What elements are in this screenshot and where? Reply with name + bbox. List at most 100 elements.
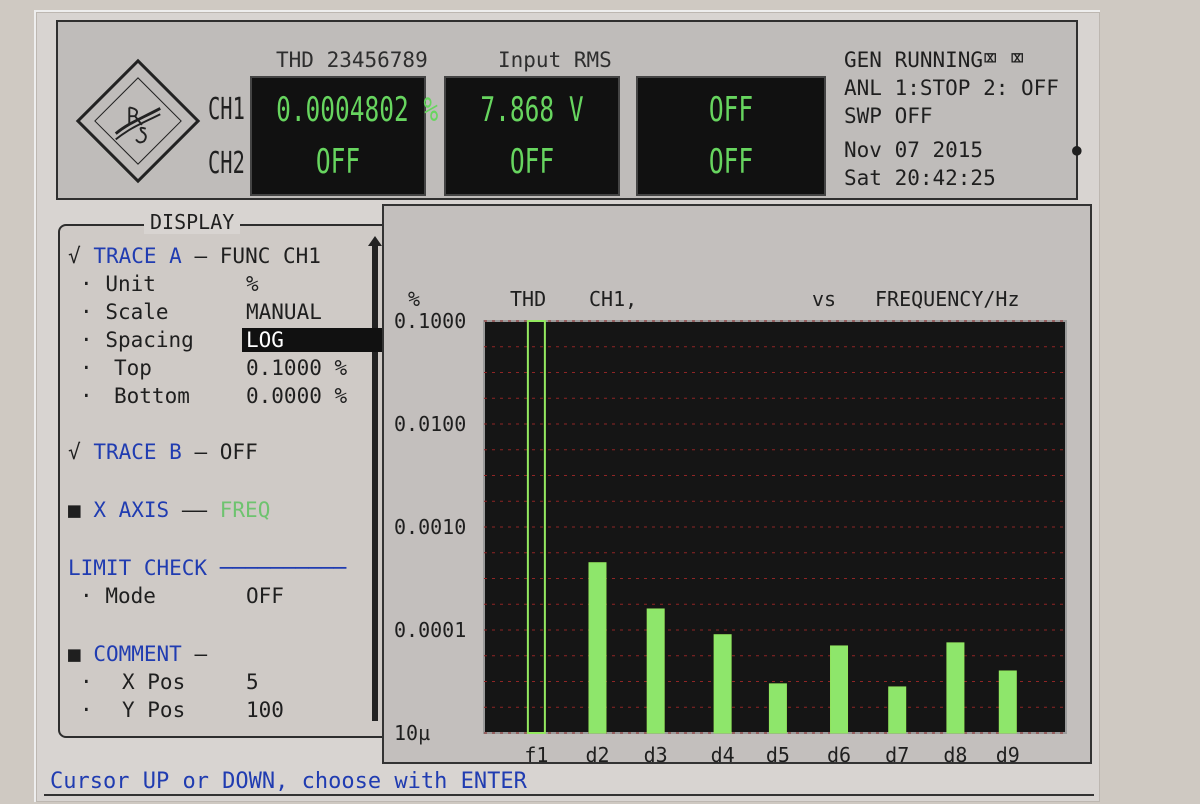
unit-row[interactable]: · Unit % (80, 272, 259, 296)
bottom-row[interactable]: · Bottom 0.0000 % (80, 384, 347, 408)
unit-label: Unit (105, 272, 156, 296)
label-right: FREQUENCY/Hz (875, 287, 1020, 311)
thd-label: THD 23456789 (276, 48, 428, 72)
ch2-thd-value: OFF (315, 142, 361, 182)
top-row[interactable]: · Top 0.1000 % (80, 356, 347, 380)
generator-icon-2: ⌧ (1010, 44, 1025, 72)
y-pos-row[interactable]: · Y Pos 100 (80, 698, 284, 722)
x-axis-separator: —— (181, 498, 220, 522)
ch1-thd-value: 0.0004802 % (276, 90, 439, 130)
analyzer-status: ANL 1:STOP 2: OFF (844, 76, 1059, 100)
label-middle: CH1, (589, 287, 637, 311)
x-tick-d6: d6 (827, 743, 851, 766)
mode-row[interactable]: · Mode OFF (80, 584, 284, 608)
ylabel: % (408, 287, 420, 311)
bottom-value: 0.0000 % (246, 384, 348, 408)
trace-a-separator: — (194, 244, 220, 268)
bar-d2 (588, 562, 607, 734)
unit-bullet: · (80, 272, 93, 296)
scale-bullet: · (80, 300, 93, 324)
mode-label: Mode (105, 584, 156, 608)
trace-b-label: TRACE B (93, 440, 182, 464)
spacing-value[interactable]: LOG (242, 328, 390, 352)
rs-logo-mark (114, 106, 161, 144)
bar-d8 (946, 642, 965, 734)
label-left: THD (510, 287, 546, 311)
x-axis-row[interactable]: ■ X AXIS —— FREQ (68, 498, 270, 522)
check-icon-2: √ (68, 440, 81, 464)
input-rms-label: Input RMS (498, 48, 612, 72)
scroll-up-icon[interactable] (368, 236, 382, 246)
trace-a-value: FUNC CH1 (219, 244, 321, 268)
x-tick-d8: d8 (943, 743, 967, 766)
spacing-bullet: · (80, 328, 93, 352)
comment-row[interactable]: ■ COMMENT — (68, 642, 207, 666)
top-value: 0.1000 % (246, 356, 348, 380)
trace-a-row[interactable]: √ TRACE A — FUNC CH1 (68, 244, 321, 268)
thd-readout: 0.0004802 % OFF (250, 76, 439, 196)
channel-1-label: CH1 (208, 92, 245, 127)
display-title: DISPLAY (144, 210, 241, 234)
spacing-label: Spacing (105, 328, 194, 352)
sweep-status: SWP OFF (844, 104, 933, 128)
y-pos-bullet: · (80, 698, 93, 722)
x-pos-label: X Pos (122, 670, 186, 694)
limit-check-heading: LIMIT CHECK ────────── (68, 556, 346, 580)
x-tick-d7: d7 (885, 743, 909, 766)
comment-label: COMMENT (93, 642, 182, 666)
x-tick-d3: d3 (644, 743, 668, 766)
square-icon-2: ■ (68, 642, 81, 666)
bar-d4 (713, 634, 732, 734)
status-dot-icon: ● (1072, 140, 1082, 159)
header-panel: THD 23456789 Input RMS CH1 CH2 0.0004802… (56, 20, 1082, 200)
input-rms-readout: 7.868 V OFF (444, 76, 620, 196)
limit-check-label: LIMIT CHECK (68, 556, 208, 580)
y-tick-label: 0.0010 (394, 515, 466, 539)
bar-d5 (768, 683, 787, 734)
x-tick-f1: f1 (524, 743, 548, 766)
thd-chart-panel: % THD CH1, vs FREQUENCY/Hz 0.1000 0.0100 0.0010… (382, 204, 1092, 766)
display-settings-panel: DISPLAY √ TRACE A — FUNC CH1 · Unit % · … (58, 210, 392, 738)
scale-row[interactable]: · Scale MANUAL (80, 300, 322, 324)
bar-d9 (998, 670, 1017, 734)
trace-b-value: OFF (219, 440, 258, 464)
square-icon: ■ (68, 498, 81, 522)
footer-hint: Cursor UP or DOWN, choose with ENTER (50, 769, 527, 794)
trace-b-row[interactable]: √ TRACE B — OFF (68, 440, 258, 464)
limit-check-line: ────────── (219, 556, 347, 580)
top-label: Top (114, 356, 152, 380)
third-readout: OFF OFF (636, 76, 826, 196)
bar-d7 (888, 686, 907, 734)
mode-bullet: · (80, 584, 93, 608)
x-tick-d2: d2 (585, 743, 609, 766)
ch1-third-value: OFF (708, 90, 754, 130)
x-axis-value: FREQ (219, 498, 271, 522)
label-vs: vs (812, 287, 836, 311)
bottom-strip (44, 794, 1094, 804)
ch1-input-value: 7.868 V (480, 90, 584, 130)
spacing-row[interactable]: · Spacing LOG (80, 328, 390, 352)
x-tick-d5: d5 (766, 743, 790, 766)
generator-status: GEN RUNNING (844, 48, 984, 72)
y-tick-label: 10µ (394, 721, 430, 745)
bar-d6 (830, 645, 849, 734)
trace-a-label: TRACE A (93, 244, 182, 268)
y-pos-label: Y Pos (122, 698, 186, 722)
x-tick-d4: d4 (711, 743, 735, 766)
comment-separator: — (194, 642, 208, 666)
bottom-label: Bottom (114, 384, 190, 408)
scale-value: MANUAL (246, 300, 322, 324)
scale-label: Scale (105, 300, 169, 324)
x-axis-label: X AXIS (93, 498, 170, 522)
analyzer-screen: THD 23456789 Input RMS CH1 CH2 0.0004802… (34, 10, 1100, 802)
mode-value: OFF (246, 584, 284, 608)
rs-logo-inner (94, 77, 182, 165)
display-scrollbar[interactable] (372, 246, 378, 721)
x-pos-value: 5 (246, 670, 259, 694)
top-bullet: · (80, 356, 93, 380)
bottom-bullet: · (80, 384, 93, 408)
rs-logo (75, 58, 201, 184)
y-tick-label: 0.0100 (394, 412, 466, 436)
x-pos-row[interactable]: · X Pos 5 (80, 670, 259, 694)
time-readout: Sat 20:42:25 (844, 166, 996, 190)
